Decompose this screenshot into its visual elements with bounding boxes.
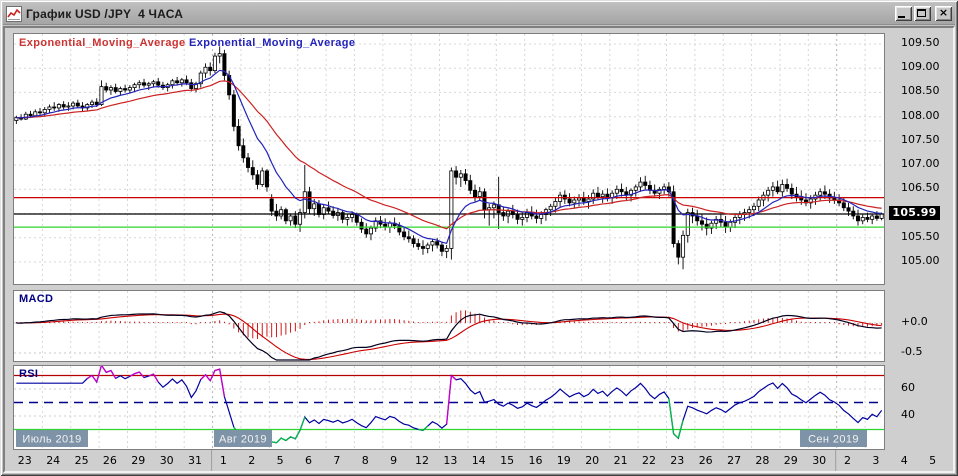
date-label-13: 13 — [443, 454, 457, 467]
candlestick-chart[interactable] — [14, 34, 884, 284]
rsi-panel[interactable]: Июль 2019 Авг 2019 Сен 2019 RSI — [13, 365, 885, 450]
price-tick-109.00: 109.00 — [901, 60, 957, 73]
rsi-tick-60: 60 — [901, 381, 957, 394]
date-label-24: 24 — [46, 454, 60, 467]
date-label-5: 5 — [277, 454, 284, 467]
date-label-26: 26 — [103, 454, 117, 467]
minimize-icon — [898, 16, 905, 18]
date-label-2: 2 — [844, 454, 851, 467]
date-label-31: 31 — [188, 454, 202, 467]
date-label-21: 21 — [614, 454, 628, 467]
date-label-27: 27 — [727, 454, 741, 467]
price-tick-107.00: 107.00 — [901, 157, 957, 170]
price-tick-108.50: 108.50 — [901, 84, 957, 97]
date-label-22: 22 — [642, 454, 656, 467]
date-label-23: 23 — [18, 454, 32, 467]
macd-panel[interactable]: MACD — [13, 290, 885, 362]
ema-blue-label: Exponential_Moving_Average — [189, 37, 355, 49]
chart-window: График USD /JPY 4 ЧАСА × Exponential_Mov… — [0, 0, 958, 476]
maximize-icon — [917, 9, 926, 17]
date-axis[interactable]: 2324252629303112567891213141516192021222… — [5, 450, 953, 471]
date-label-7: 7 — [333, 454, 340, 467]
date-label-29: 29 — [131, 454, 145, 467]
date-label-4: 4 — [901, 454, 908, 467]
date-label-8: 8 — [362, 454, 369, 467]
rsi-chart[interactable]: Июль 2019 Авг 2019 Сен 2019 — [14, 366, 884, 449]
date-label-26: 26 — [699, 454, 713, 467]
macd-tick-+0.0: +0.0 — [901, 315, 957, 328]
close-icon: × — [935, 6, 952, 21]
date-label-28: 28 — [755, 454, 769, 467]
date-label-2: 2 — [248, 454, 255, 467]
date-label-25: 25 — [75, 454, 89, 467]
date-label-5: 5 — [929, 454, 936, 467]
ema-legend: Exponential_Moving_Average Exponential_M… — [19, 37, 355, 49]
date-label-12: 12 — [415, 454, 429, 467]
price-tick-106.50: 106.50 — [901, 181, 957, 194]
date-label-9: 9 — [390, 454, 397, 467]
date-label-30: 30 — [812, 454, 826, 467]
month-label: Июль 2019 — [22, 434, 81, 446]
date-label-3: 3 — [872, 454, 879, 467]
date-label-19: 19 — [557, 454, 571, 467]
date-label-14: 14 — [472, 454, 486, 467]
date-label-1: 1 — [220, 454, 227, 467]
price-tick-108.00: 108.00 — [901, 109, 957, 122]
current-price-badge: 105.99 — [889, 206, 940, 220]
close-button[interactable]: × — [935, 6, 952, 21]
title-bar[interactable]: График USD /JPY 4 ЧАСА × — [3, 3, 955, 25]
price-tick-109.50: 109.50 — [901, 36, 957, 49]
minimize-button[interactable] — [895, 6, 912, 21]
ema-red-label: Exponential_Moving_Average — [19, 37, 185, 49]
date-label-20: 20 — [585, 454, 599, 467]
chart-icon — [6, 6, 22, 22]
price-tick-105.00: 105.00 — [901, 254, 957, 267]
maximize-button[interactable] — [914, 6, 931, 21]
month-label: Сен 2019 — [808, 434, 859, 446]
date-label-6: 6 — [305, 454, 312, 467]
date-label-29: 29 — [784, 454, 798, 467]
macd-chart[interactable] — [14, 291, 884, 361]
month-label: Авг 2019 — [219, 434, 267, 446]
price-tick-105.50: 105.50 — [901, 230, 957, 243]
macd-tick--0.5: -0.5 — [901, 345, 957, 358]
rsi-tick-40: 40 — [901, 408, 957, 421]
chart-client-area: Exponential_Moving_Average Exponential_M… — [3, 26, 955, 473]
date-label-15: 15 — [500, 454, 514, 467]
macd-label: MACD — [19, 293, 53, 305]
date-label-30: 30 — [160, 454, 174, 467]
price-chart-panel[interactable]: Exponential_Moving_Average Exponential_M… — [13, 33, 885, 285]
rsi-label: RSI — [19, 368, 38, 380]
price-tick-107.50: 107.50 — [901, 133, 957, 146]
window-title: График USD /JPY 4 ЧАСА — [26, 7, 183, 21]
date-label-16: 16 — [529, 454, 543, 467]
date-label-23: 23 — [670, 454, 684, 467]
